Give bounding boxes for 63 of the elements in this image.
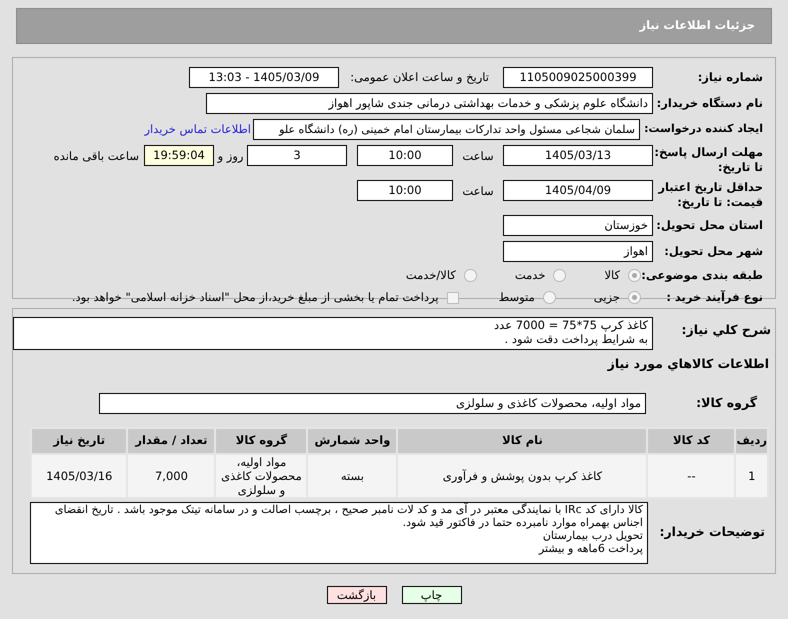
print-button[interactable]: چاپ <box>402 586 462 604</box>
column-header: گروه کالا <box>215 428 308 454</box>
field-label: نوع فرآیند خرید : <box>665 289 763 306</box>
table-cell: بسته <box>307 454 398 498</box>
deadline-time-field[interactable]: 10:00 <box>357 145 453 166</box>
field-label: استان محل تحویل: <box>655 216 763 234</box>
column-header: تاریخ نیاز <box>31 428 128 454</box>
field-label: مهلت ارسال پاسخ: تا تاریخ: <box>653 145 763 175</box>
buyer-field[interactable]: دانشگاه علوم پزشکی و خدمات بهداشتی درمانی جندی شاپور اهواز <box>206 93 653 114</box>
radio-label: کالا <box>604 267 620 284</box>
buyer-notes-box[interactable]: کالا دارای کد IRc با نمایندگی معتبر در آی مد و کد لات نامبر صحیح ، برچسب اصالت و در سامانه تیتک موجود باشد . تاریخ انقضای اجناس بهمراه موارد نامبرده حتما در فاکتور قید شود. تحویل درب بیمارستان پرداخت 6ماهه و بیشتر <box>30 502 648 564</box>
radio-label: متوسط <box>498 289 535 306</box>
validity-date-field[interactable]: 1405/04/09 <box>503 180 653 201</box>
radio-button[interactable] <box>628 291 641 304</box>
table-cell: 1405/03/16 <box>31 454 128 498</box>
column-header: کد کالا <box>647 428 736 454</box>
field-label: شرح کلي نياز: <box>680 321 771 339</box>
radio-button[interactable] <box>464 269 477 282</box>
announce-date-field[interactable]: 1405/03/09 - 13:03 <box>189 67 339 88</box>
checkbox-label: پرداخت تمام یا بخشی از مبلغ خرید،از محل "اسناد خزانه اسلامی" خواهد بود. <box>72 289 439 306</box>
deadline-date-field[interactable]: 1405/03/13 <box>503 145 653 166</box>
field-label: شهر محل تحویل: <box>663 242 763 260</box>
province-field[interactable]: خوزستان <box>503 215 653 236</box>
radio-label: جزیی <box>594 289 620 306</box>
checkbox[interactable] <box>446 292 459 304</box>
field-label: ساعت باقی مانده <box>54 148 139 165</box>
field-label: طبقه بندی موضوعی: <box>641 267 763 284</box>
need-number-field[interactable]: 1105009025000399 <box>503 67 653 88</box>
radio-button[interactable] <box>628 269 641 282</box>
table-cell: 7,000 <box>127 454 216 498</box>
section-title: اطلاعات کالاهاي مورد نياز <box>606 355 769 373</box>
city-field[interactable]: اهواز <box>503 241 653 262</box>
column-header: نام کالا <box>397 428 648 454</box>
remaining-time-field[interactable]: 19:59:04 <box>144 145 214 166</box>
field-label: گروه کالا: <box>695 394 758 412</box>
radio-button[interactable] <box>542 291 556 304</box>
column-header: ردیف <box>735 428 768 454</box>
buyer-contact-link[interactable]: اطلاعات تماس خریدار <box>144 120 251 138</box>
field-label: ایجاد کننده درخواست: <box>643 121 763 138</box>
column-header: تعداد / مقدار <box>127 428 216 454</box>
table-cell: مواد اولیه، محصولات کاغذی و سلولزی <box>215 454 308 498</box>
field-label: حداقل تاریخ اعتبار قیمت: تا تاریخ: <box>656 180 763 210</box>
field-label: نام دستگاه خریدار: <box>656 94 763 112</box>
description-box[interactable]: کاغذ کرپ 75*75 = 7000 عدد به شرایط پرداخت دقت شود . <box>13 317 653 350</box>
field-label: تاریخ و ساعت اعلان عمومی: <box>349 68 489 86</box>
table-cell: 1 <box>735 454 768 498</box>
field-label: شماره نیاز: <box>696 68 763 86</box>
days-field[interactable]: 3 <box>247 145 347 166</box>
requester-field[interactable]: سلمان شجاعی مسئول واحد تدارکات بیمارستان امام خمینی (ره) دانشگاه علو <box>253 119 640 140</box>
radio-label: خدمت <box>514 267 546 284</box>
field-label: ساعت <box>461 148 495 165</box>
field-label: روز و <box>216 148 244 165</box>
field-label: توضیحات خریدار: <box>658 523 766 542</box>
table-cell: کاغذ کرپ بدون پوشش و فرآوری <box>397 454 648 498</box>
header-bar: جزئیات اطلاعات نیاز <box>16 8 772 44</box>
radio-button[interactable] <box>553 269 566 282</box>
column-header: واحد شمارش <box>307 428 398 454</box>
back-button[interactable]: بازگشت <box>326 586 386 604</box>
field-label: ساعت <box>461 183 495 200</box>
goods-group-field[interactable]: مواد اولیه، محصولات کاغذی و سلولزی <box>99 392 646 414</box>
table-cell: -- <box>647 454 736 498</box>
radio-label: کالا/خدمت <box>406 267 456 284</box>
validity-time-field[interactable]: 10:00 <box>357 180 453 201</box>
